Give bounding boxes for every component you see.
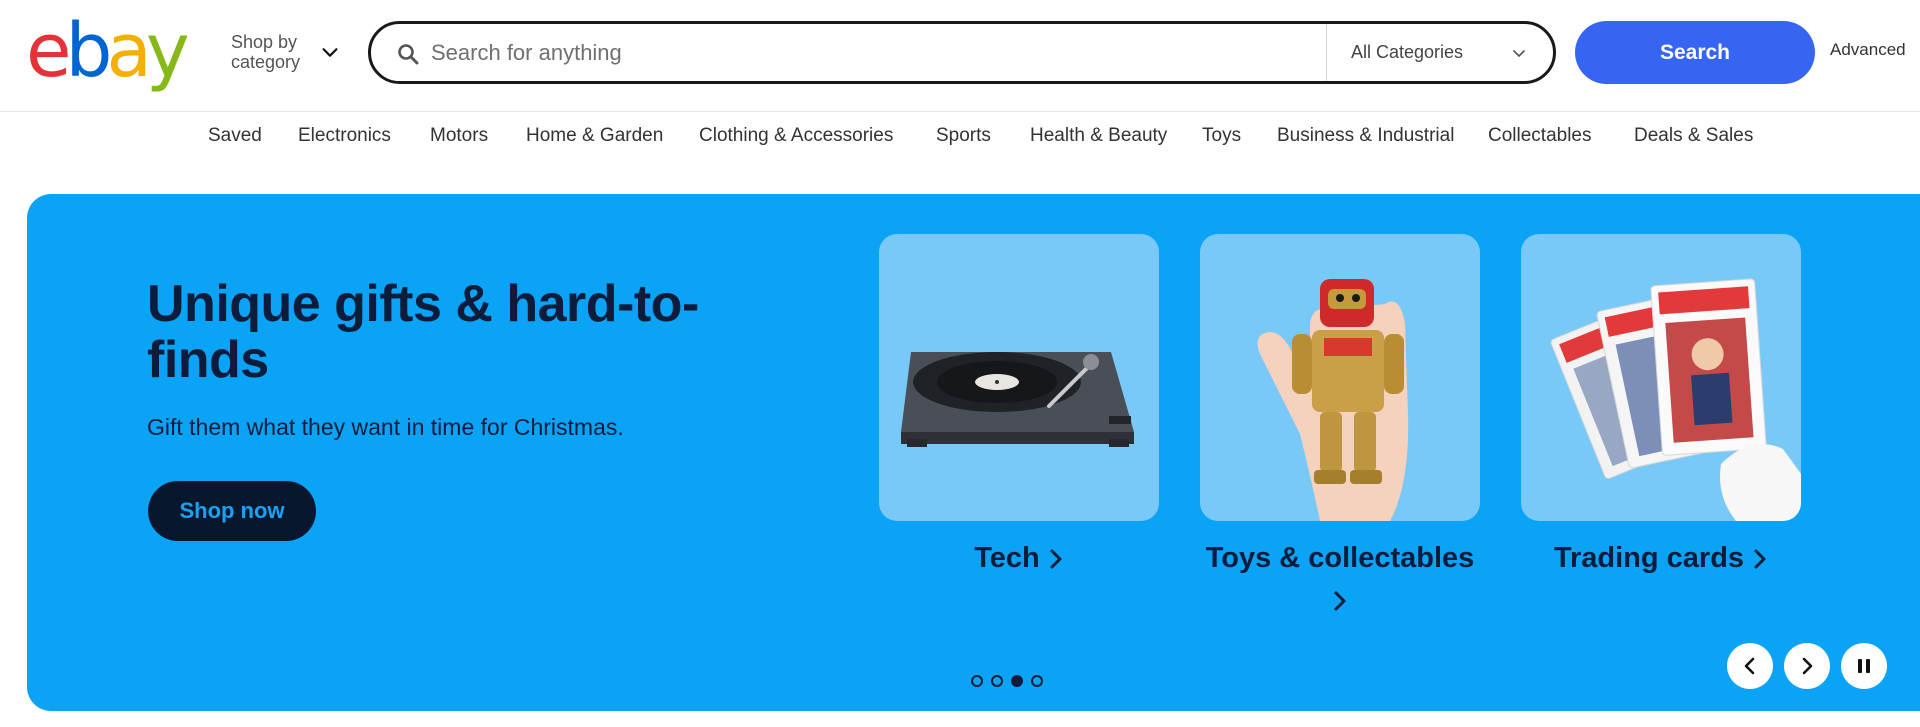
nav-item-collectables[interactable]: Collectables xyxy=(1488,125,1592,147)
advanced-search-link[interactable]: Advanced xyxy=(1830,40,1906,60)
search-input[interactable] xyxy=(431,32,1386,74)
nav-item-saved[interactable]: Saved xyxy=(208,125,262,147)
card-label-text: Trading cards xyxy=(1553,542,1745,574)
card-image-tech[interactable] xyxy=(879,234,1159,521)
carousel-prev-button[interactable] xyxy=(1727,643,1773,689)
card-label-trading-cards[interactable]: Trading cards xyxy=(1521,537,1801,579)
logo-letter-e: e xyxy=(26,8,71,94)
card-label-text: Toys & collectables xyxy=(1205,542,1475,574)
robot-toy-image xyxy=(1257,279,1409,521)
hero-subtitle: Gift them what they want in time for Chr… xyxy=(147,414,624,440)
nav-item-clothing-accessories[interactable]: Clothing & Accessories xyxy=(699,125,893,147)
search-button[interactable]: Search xyxy=(1575,21,1815,84)
chevron-right-icon xyxy=(1802,657,1813,675)
logo-letter-y: y xyxy=(145,8,190,94)
category-nav: Saved Electronics Motors Home & Garden C… xyxy=(0,112,1920,160)
carousel-dot-4[interactable] xyxy=(1031,675,1043,687)
search-icon xyxy=(398,44,419,65)
carousel-next-button[interactable] xyxy=(1784,643,1830,689)
carousel-dot-1[interactable] xyxy=(971,675,983,687)
nav-item-sports[interactable]: Sports xyxy=(936,125,991,147)
chevron-right-icon xyxy=(1334,591,1346,611)
shop-by-category-label: Shop by category xyxy=(231,32,301,72)
graded-cards-image xyxy=(1550,278,1801,521)
card-image-toys[interactable] xyxy=(1200,234,1480,521)
chevron-right-icon xyxy=(1754,549,1766,569)
shop-by-category-button[interactable]: Shop by category xyxy=(231,31,341,73)
nav-item-toys[interactable]: Toys xyxy=(1202,125,1241,147)
shop-now-button[interactable]: Shop now xyxy=(148,481,316,541)
pause-icon xyxy=(1858,659,1870,673)
nav-item-health-beauty[interactable]: Health & Beauty xyxy=(1030,125,1167,147)
hero-title: Unique gifts & hard-to-finds xyxy=(147,275,699,389)
category-select[interactable]: All Categories xyxy=(1327,24,1553,81)
card-label-toys-collectables[interactable]: Toys & collectables xyxy=(1200,537,1480,621)
ebay-logo[interactable]: e b a y xyxy=(26,8,190,94)
category-card-trading-cards[interactable]: Trading cards xyxy=(1521,234,1801,579)
logo-letter-b: b xyxy=(65,8,113,94)
logo-letter-a: a xyxy=(106,8,152,94)
card-label-text: Tech xyxy=(974,542,1040,574)
search-bar: All Categories xyxy=(368,21,1556,84)
carousel-dot-2[interactable] xyxy=(991,675,1003,687)
carousel-indicators xyxy=(971,675,1043,689)
header: e b a y Shop by category All Categories … xyxy=(0,0,1920,111)
nav-item-motors[interactable]: Motors xyxy=(430,125,488,147)
chevron-down-icon xyxy=(322,48,338,57)
category-card-tech[interactable]: Tech xyxy=(879,234,1159,579)
card-label-tech[interactable]: Tech xyxy=(879,537,1159,579)
card-image-trading-cards[interactable] xyxy=(1521,234,1801,521)
carousel-pause-button[interactable] xyxy=(1841,643,1887,689)
nav-item-home-garden[interactable]: Home & Garden xyxy=(526,125,663,147)
chevron-right-icon xyxy=(1050,549,1062,569)
hero-banner: Unique gifts & hard-to-finds Gift them w… xyxy=(27,194,1920,711)
chevron-down-icon xyxy=(1513,50,1525,57)
chevron-left-icon xyxy=(1744,657,1755,675)
turntable-image xyxy=(901,352,1134,447)
nav-item-electronics[interactable]: Electronics xyxy=(298,125,391,147)
nav-item-deals-sales[interactable]: Deals & Sales xyxy=(1634,125,1753,147)
nav-item-business-industrial[interactable]: Business & Industrial xyxy=(1277,125,1454,147)
carousel-dot-3[interactable] xyxy=(1011,675,1023,687)
category-card-toys-collectables[interactable]: Toys & collectables xyxy=(1200,234,1480,621)
category-select-label: All Categories xyxy=(1351,42,1464,62)
